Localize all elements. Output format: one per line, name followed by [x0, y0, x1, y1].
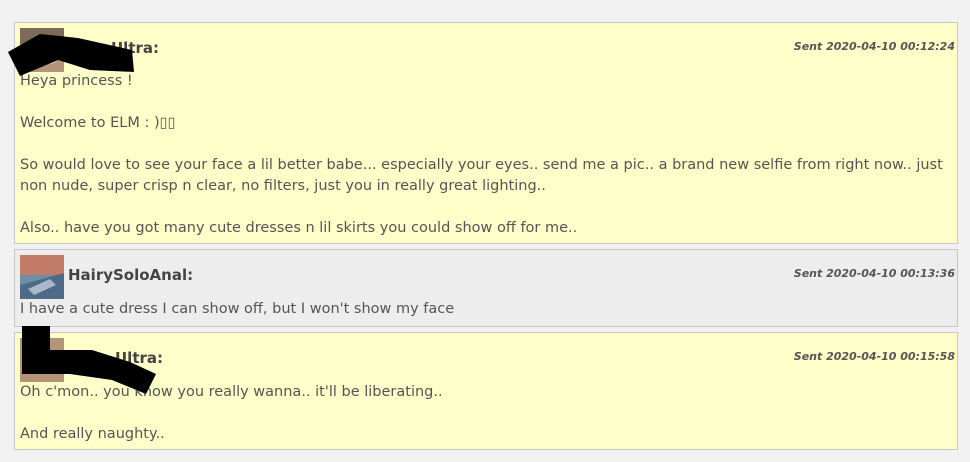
redaction-mark	[8, 34, 156, 394]
